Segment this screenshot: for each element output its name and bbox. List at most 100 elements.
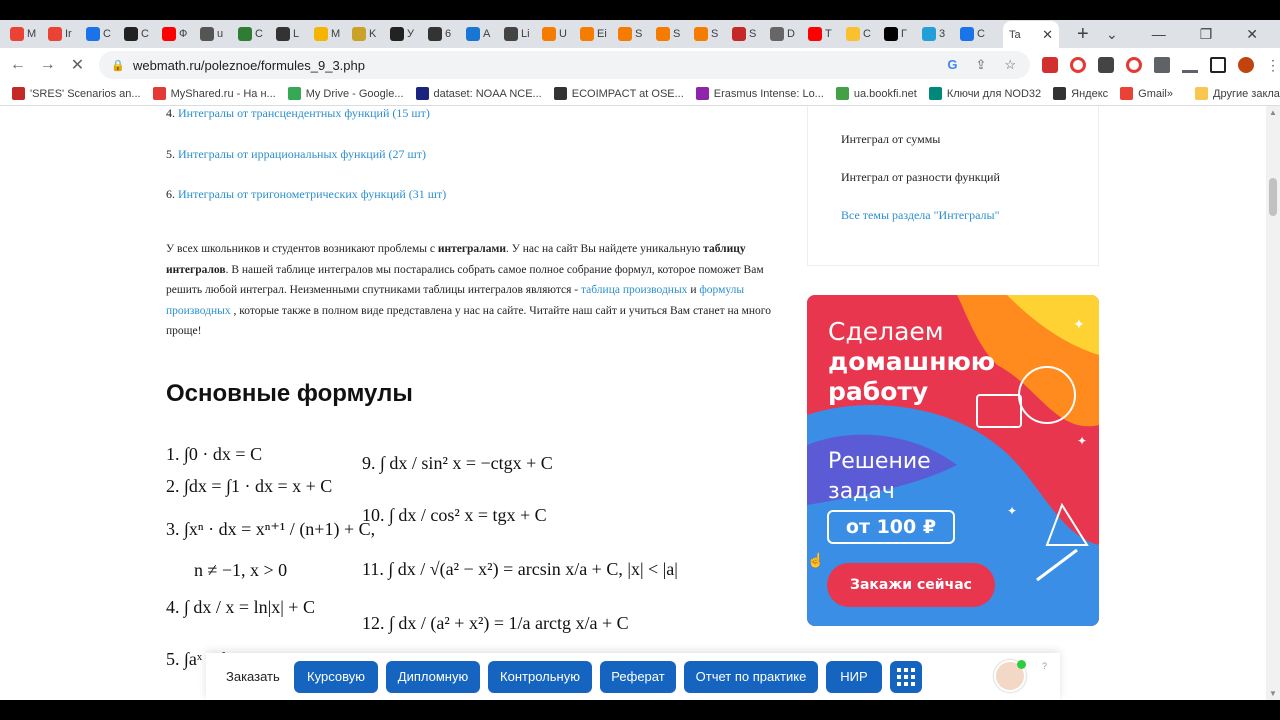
extension-icon[interactable] <box>1098 57 1115 73</box>
browser-tab[interactable]: C <box>846 21 881 47</box>
address-bar[interactable]: 🔒 webmath.ru/poleznoe/formules_9_3.php G… <box>99 51 1031 79</box>
bookmark-item[interactable]: Ключи для NOD32 <box>928 87 1041 100</box>
active-tab[interactable]: Ta ✕ <box>1003 21 1059 49</box>
sidebar-all-topics-link[interactable]: Все темы раздела "Интегралы" <box>841 208 999 223</box>
sidebar-link-difference[interactable]: Интеграл от разности функций <box>841 170 1000 185</box>
tab-favicon-icon <box>10 27 24 41</box>
target-icon[interactable] <box>1126 57 1143 73</box>
browser-tab[interactable]: C <box>960 21 995 47</box>
bookmark-label: Gmail <box>1138 87 1167 100</box>
browser-tab[interactable]: Ф <box>162 21 197 47</box>
profile-avatar[interactable] <box>1238 57 1255 73</box>
formula-3-condition: n ≠ −1, x > 0 <box>194 560 288 580</box>
browser-tab[interactable]: S <box>694 21 729 47</box>
tab-label: C <box>977 28 985 40</box>
browser-tab[interactable]: 6 <box>428 21 463 47</box>
back-icon[interactable]: ← <box>6 56 30 74</box>
order-test-button[interactable]: Контрольную <box>488 660 592 693</box>
browser-tab[interactable]: M <box>10 21 45 47</box>
homework-ad-banner[interactable]: ✦ ✦ ✦ Сделаем домашнюю работу Решение за… <box>807 295 1099 626</box>
bookmark-item[interactable]: Gmail <box>1120 87 1167 100</box>
puzzle-icon[interactable] <box>1154 57 1171 73</box>
browser-tab[interactable]: C <box>124 21 159 47</box>
derivatives-table-link[interactable]: таблица производных <box>581 284 687 296</box>
forward-icon[interactable]: → <box>36 56 60 74</box>
formula-9: 9. ∫ dx / sin² x = −ctgx + C <box>362 453 553 473</box>
toc-link[interactable]: Интегралы от трансцендентных функций (15… <box>178 106 430 120</box>
browser-tab[interactable]: A <box>466 21 501 47</box>
restore-button[interactable]: ❐ <box>1200 26 1213 43</box>
bookmark-favicon-icon <box>1120 87 1134 100</box>
close-tab-icon[interactable]: ✕ <box>1042 27 1053 43</box>
other-bookmarks[interactable]: Другие закладки <box>1195 87 1280 100</box>
bookmark-item[interactable]: dataset: NOAA NCE... <box>415 87 542 100</box>
browser-tab[interactable]: u <box>200 21 235 47</box>
help-icon[interactable]: ? <box>1042 661 1047 671</box>
stop-loading-icon[interactable]: ✕ <box>66 55 90 75</box>
order-coursework-button[interactable]: Курсовую <box>294 660 378 693</box>
browser-tab[interactable]: M <box>314 21 349 47</box>
browser-tab[interactable]: Li <box>504 21 539 47</box>
bookmarks-more-icon[interactable]: » <box>1167 88 1173 100</box>
tab-favicon-icon <box>124 27 138 41</box>
browser-tab[interactable]: T <box>808 21 843 47</box>
browser-tab[interactable]: C <box>238 21 273 47</box>
bookmark-item[interactable]: Erasmus Intense: Lo... <box>695 87 824 100</box>
order-research-button[interactable]: НИР <box>826 660 882 693</box>
order-label: Заказать <box>226 669 280 684</box>
bookmark-item[interactable]: 'SRES' Scenarios an... <box>12 87 141 100</box>
tab-favicon-icon <box>238 27 252 41</box>
tab-label: C <box>255 28 263 40</box>
browser-tab[interactable]: C <box>86 21 121 47</box>
close-window-button[interactable]: ✕ <box>1246 26 1258 43</box>
browser-tab[interactable]: L <box>276 21 311 47</box>
bookmark-item[interactable]: ua.bookfi.net <box>835 87 917 100</box>
order-diploma-button[interactable]: Дипломную <box>386 660 480 693</box>
scrollbar-thumb[interactable] <box>1269 178 1277 216</box>
download-icon[interactable] <box>1182 57 1199 73</box>
minimize-button[interactable]: — <box>1152 26 1166 43</box>
toc-link[interactable]: Интегралы от иррациональных функций (27 … <box>178 147 426 161</box>
new-tab-button[interactable]: + <box>1077 23 1089 46</box>
scroll-down-icon[interactable]: ▼ <box>1269 689 1277 698</box>
scroll-up-icon[interactable]: ▲ <box>1269 108 1277 117</box>
bookmark-item[interactable]: My Drive - Google... <box>287 87 404 100</box>
opera-icon[interactable] <box>1070 57 1087 73</box>
browser-tab[interactable]: Ir <box>48 21 83 47</box>
tab-favicon-icon <box>770 27 784 41</box>
svg-text:✦: ✦ <box>1007 504 1017 518</box>
menu-icon[interactable]: ⋮ <box>1266 57 1280 74</box>
browser-tab[interactable]: S <box>732 21 767 47</box>
page-scrollbar[interactable]: ▲ ▼ <box>1266 106 1280 700</box>
bookmark-item[interactable]: MyShared.ru - На н... <box>152 87 276 100</box>
order-essay-button[interactable]: Реферат <box>600 660 676 693</box>
sidebar-link-sum[interactable]: Интеграл от суммы <box>841 132 940 147</box>
browser-tab[interactable]: K <box>352 21 387 47</box>
adblock-icon[interactable] <box>1042 57 1059 73</box>
toc-num: 4. <box>166 106 175 120</box>
browser-tab[interactable]: У <box>390 21 425 47</box>
toc-link[interactable]: Интегралы от тригонометрических функций … <box>178 187 446 201</box>
google-icon[interactable]: G <box>947 57 957 73</box>
share-icon[interactable]: ⇪ <box>975 57 986 73</box>
sidepanel-icon[interactable] <box>1210 57 1227 73</box>
more-services-grid-icon[interactable] <box>890 660 922 693</box>
browser-tab[interactable]: U <box>542 21 577 47</box>
browser-tab[interactable]: Ei <box>580 21 615 47</box>
url-text: webmath.ru/poleznoe/formules_9_3.php <box>133 57 365 73</box>
bookmark-item[interactable]: ECOIMPACT at OSE... <box>553 87 684 100</box>
tab-label: Ir <box>65 28 72 40</box>
intro-text: и <box>687 284 700 296</box>
lock-icon[interactable]: 🔒 <box>111 59 125 72</box>
browser-tab[interactable]: D <box>770 21 805 47</box>
browser-tab[interactable]: Г <box>884 21 919 47</box>
browser-tab[interactable]: S <box>656 21 691 47</box>
bookmark-item[interactable]: Яндекс <box>1053 87 1108 100</box>
bookmark-star-icon[interactable]: ☆ <box>1004 57 1016 73</box>
browser-tab[interactable]: 3 <box>922 21 957 47</box>
order-practice-report-button[interactable]: Отчет по практике <box>684 660 818 693</box>
ad-order-button[interactable]: Закажи сейчас <box>827 563 995 607</box>
browser-tab[interactable]: S <box>618 21 653 47</box>
support-avatar[interactable] <box>994 660 1026 692</box>
tab-search-icon[interactable]: ⌄ <box>1106 26 1118 43</box>
